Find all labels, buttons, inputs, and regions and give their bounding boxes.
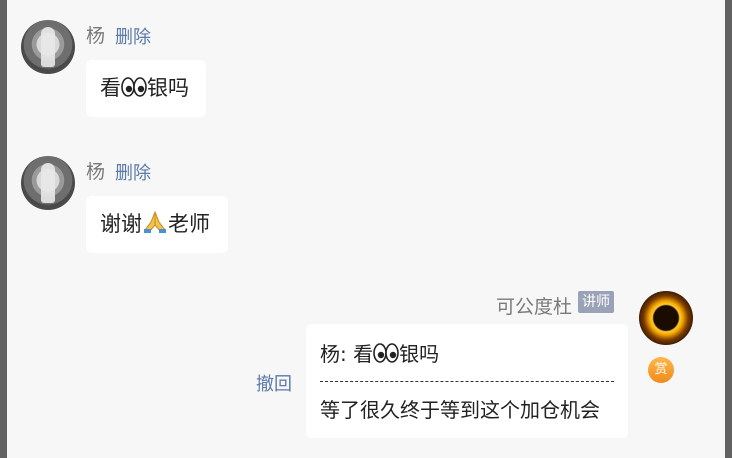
sender-name: 可公度杜 [496,296,573,318]
quote-text: 银吗 [399,342,440,366]
message-bubble: 谢谢 老师 [86,196,228,253]
message-bubble: 看 银吗 [86,60,206,117]
delete-link[interactable]: 删除 [115,159,151,185]
avatar[interactable] [21,156,75,210]
quote-text: 杨: 看 [320,342,374,366]
reply-text: 等了很久终于等到这个加仓机会 [320,398,600,422]
teacher-badge: 讲师 [578,291,614,313]
sender-name: 杨 [86,161,106,183]
sender-name: 杨 [86,25,106,47]
teacher-avatar[interactable] [639,291,693,345]
delete-link[interactable]: 删除 [115,23,151,49]
avatar-figure [41,163,55,203]
reward-button[interactable]: 赏 [648,357,674,383]
message-text: 看 [100,76,121,100]
reply-bubble: 杨: 看 银吗 等了很久终于等到这个加仓机会 [306,324,628,438]
folded-hands-icon [142,210,168,241]
window-frame-right [725,0,732,458]
message-text: 老师 [168,212,210,236]
avatar-figure [41,27,55,67]
recall-link[interactable]: 撤回 [256,370,292,396]
message-text: 银吗 [147,76,189,100]
eyes-icon [121,76,147,105]
quote-divider [320,381,614,382]
avatar[interactable] [21,20,75,74]
window-frame-left [0,0,7,458]
quoted-message: 杨: 看 银吗 [320,340,439,371]
message-text: 谢谢 [100,212,142,236]
eyes-icon [373,342,399,371]
